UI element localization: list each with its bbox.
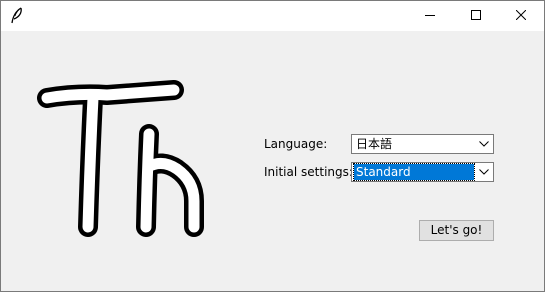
- lets-go-button[interactable]: Let's go!: [419, 220, 494, 241]
- chevron-down-icon[interactable]: [476, 136, 492, 152]
- initial-settings-select[interactable]: Standard: [351, 162, 494, 182]
- close-icon: [515, 9, 527, 23]
- language-select[interactable]: 日本語: [351, 134, 494, 154]
- app-window: Language: 日本語 Initial settings: Standard…: [0, 0, 545, 292]
- minimize-button[interactable]: [407, 1, 453, 31]
- initial-settings-value: Standard: [353, 163, 475, 181]
- language-value: 日本語: [356, 137, 393, 151]
- language-label: Language:: [264, 137, 328, 151]
- feather-icon: [9, 7, 25, 25]
- minimize-icon: [425, 9, 435, 23]
- maximize-button[interactable]: [453, 1, 499, 31]
- th-logo: [37, 79, 213, 239]
- chevron-down-icon[interactable]: [476, 164, 492, 180]
- title-bar[interactable]: [1, 1, 544, 31]
- initial-settings-label: Initial settings:: [264, 165, 353, 179]
- maximize-icon: [471, 9, 481, 23]
- close-button[interactable]: [498, 1, 544, 31]
